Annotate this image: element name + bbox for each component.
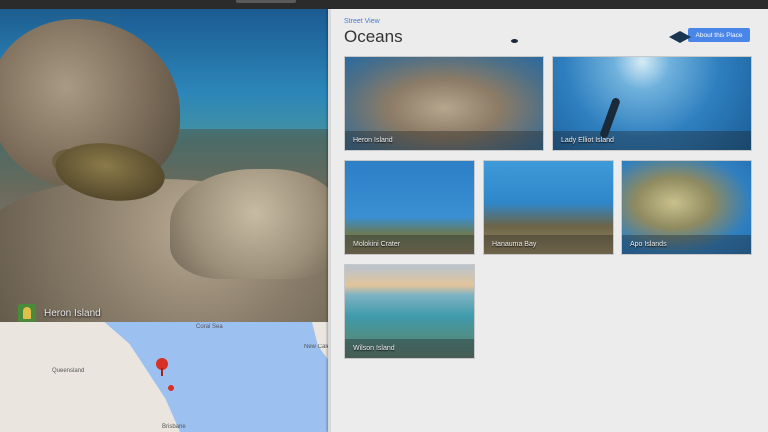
collection-panel: Street View Oceans About this Place Hero… (331, 9, 768, 432)
tile-molokini-crater[interactable]: Molokini Crater (344, 160, 475, 255)
tile-caption: Hanauma Bay (484, 235, 613, 254)
map-land-australia (0, 322, 180, 432)
tile-apo-islands[interactable]: Apo Islands (621, 160, 752, 255)
location-map[interactable]: Coral Sea Queensland Brisbane New Caledo… (0, 322, 328, 432)
tile-wilson-island[interactable]: Wilson Island (344, 264, 475, 359)
tile-caption: Molokini Crater (345, 235, 474, 254)
street-view-panorama[interactable]: Heron Island (0, 9, 328, 322)
tab-indicator (236, 0, 296, 3)
about-this-place-button[interactable]: About this Place (688, 28, 750, 42)
map-label-brisbane: Brisbane (162, 424, 186, 430)
tile-lady-elliot-island[interactable]: Lady Elliot Island (552, 56, 752, 151)
map-label-coral-sea: Coral Sea (196, 324, 223, 330)
pano-location-text: Heron Island (44, 307, 101, 319)
pano-reef-right (170, 169, 328, 279)
tile-caption: Lady Elliot Island (553, 131, 751, 150)
tile-heron-island[interactable]: Heron Island (344, 56, 544, 151)
tile-caption: Heron Island (345, 131, 543, 150)
tile-caption: Wilson Island (345, 339, 474, 358)
map-pin-icon[interactable] (156, 358, 168, 376)
browser-top-bar (0, 0, 768, 9)
map-land-caledonia (312, 322, 328, 362)
map-label-queensland: Queensland (52, 368, 85, 374)
page-title: Oceans (344, 27, 403, 46)
tile-caption: Apo Islands (622, 235, 751, 254)
pano-location-label[interactable]: Heron Island (18, 304, 101, 322)
map-pin-tail (161, 368, 163, 376)
breadcrumb[interactable]: Street View (344, 18, 380, 25)
tile-hanauma-bay[interactable]: Hanauma Bay (483, 160, 614, 255)
map-marker-dot[interactable] (168, 385, 174, 391)
pegman-icon (18, 304, 36, 322)
map-label-caledonia: New Caledonia (304, 344, 328, 350)
snorkeler-figure (511, 39, 518, 43)
